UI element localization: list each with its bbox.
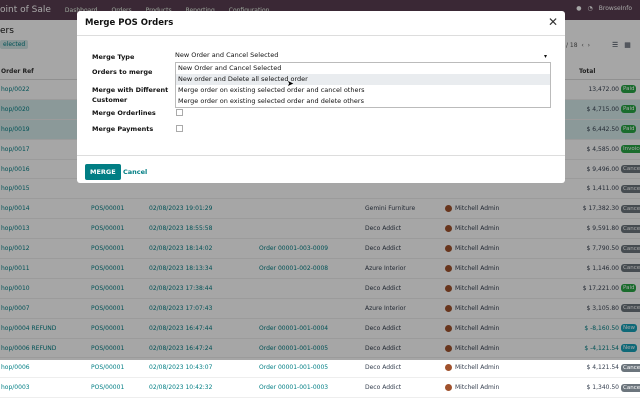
avatar: [445, 364, 452, 372]
merge-button[interactable]: MERGE: [85, 164, 121, 180]
dialog-title: Merge POS Orders: [85, 18, 174, 28]
merge-type-dropdown: New Order and Cancel Selected New order …: [175, 62, 551, 108]
mouse-cursor-icon: ➤: [287, 79, 294, 88]
cell-receipt: Order 00001-001-0005: [259, 364, 329, 372]
merge-orderlines-label: Merge Orderlines: [92, 109, 156, 117]
option-existing-delete[interactable]: Merge order on existing selected order a…: [176, 96, 550, 107]
option-new-delete[interactable]: New order and Delete all selected order: [176, 74, 550, 85]
diff-customer-label-line2: Customer: [92, 96, 128, 104]
cell-session: POS/00001: [91, 364, 125, 372]
cell-date: 02/08/2023 10:43:07: [149, 364, 213, 372]
cell-total: $ 4,121.54: [586, 364, 619, 372]
table-row[interactable]: hop/0003 POS/00001 02/08/2023 10:42:32 Orde…: [0, 377, 640, 398]
dialog-footer: MERGE Cancel: [77, 155, 565, 184]
merge-type-label: Merge Type: [92, 53, 135, 61]
merge-pos-orders-dialog: Merge POS Orders ✕ Merge Type New Order …: [77, 11, 565, 183]
cell-customer: Deco Addict: [365, 364, 402, 372]
table-row[interactable]: hop/0006 POS/00001 02/08/2023 10:43:07 Orde…: [0, 357, 640, 379]
dialog-header: Merge POS Orders ✕: [77, 11, 565, 36]
option-new-cancel[interactable]: New Order and Cancel Selected: [176, 63, 550, 74]
diff-customer-label-line1: Merge with Different: [92, 86, 169, 94]
cell-date: 02/08/2023 10:42:32: [149, 384, 213, 392]
cell-employee: Mitchell Admin: [455, 384, 500, 392]
status-badge: Cancelled: [621, 383, 640, 392]
cancel-button[interactable]: Cancel: [123, 168, 147, 176]
caret-down-icon: ▾: [543, 53, 547, 60]
cell-total: $ 1,340.50: [586, 384, 619, 392]
orders-to-merge-label: Orders to merge: [92, 68, 153, 76]
merge-payments-checkbox[interactable]: [176, 125, 183, 132]
merge-payments-label: Merge Payments: [92, 125, 154, 133]
cell-employee: Mitchell Admin: [455, 364, 500, 372]
cell-order-ref: hop/0003: [1, 384, 30, 392]
cell-session: POS/00001: [91, 384, 125, 392]
status-badge: Cancelled: [621, 363, 640, 372]
cell-order-ref: hop/0006: [1, 364, 30, 372]
merge-orderlines-checkbox[interactable]: [176, 109, 183, 116]
cell-receipt: Order 00001-001-0003: [259, 384, 329, 392]
merge-type-value: New Order and Cancel Selected: [175, 51, 279, 59]
option-existing-cancel[interactable]: Merge order on existing selected order a…: [176, 85, 550, 96]
cell-customer: Deco Addict: [365, 384, 402, 392]
close-icon[interactable]: ✕: [548, 15, 558, 29]
avatar: [445, 384, 452, 392]
